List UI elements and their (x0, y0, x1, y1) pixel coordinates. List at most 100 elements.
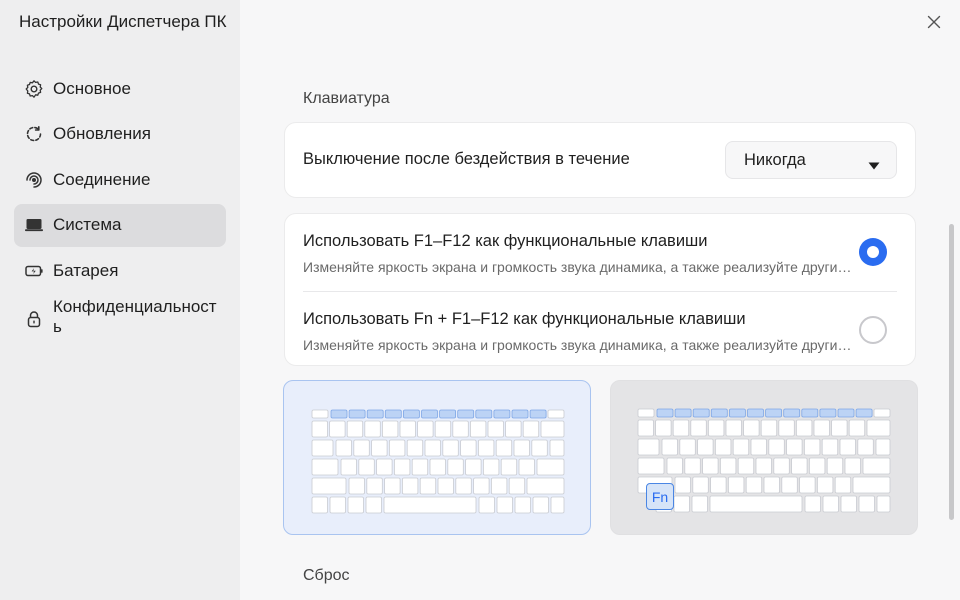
key (455, 477, 472, 495)
key (465, 458, 482, 476)
fkey (366, 409, 384, 419)
key (442, 439, 459, 457)
radio-fn-f1-f12[interactable] (859, 316, 887, 344)
key (346, 420, 364, 438)
key (691, 495, 708, 513)
key (816, 476, 834, 494)
sidebar-item-label: Основное (53, 78, 131, 98)
key (490, 477, 508, 495)
key (550, 496, 565, 514)
key (329, 420, 346, 438)
sidebar-item-label: Соединение (53, 169, 151, 189)
esc-key (637, 408, 655, 418)
key (547, 409, 565, 419)
key (364, 420, 381, 438)
key (460, 439, 477, 457)
key (382, 420, 399, 438)
connection-icon (24, 170, 44, 190)
key (852, 476, 891, 494)
key (394, 458, 411, 476)
key (513, 439, 530, 457)
sidebar-item-system[interactable]: Система (14, 203, 226, 247)
fkey (710, 408, 728, 418)
key (399, 420, 416, 438)
fn-key (311, 496, 328, 514)
key (348, 477, 365, 495)
app-title: Настройки Диспетчера ПК (19, 12, 227, 31)
keyboard-preview-f1-f12[interactable] (283, 380, 591, 535)
key (781, 476, 798, 494)
fkey (493, 409, 511, 419)
fkeys-option-f1-f12[interactable]: Использовать F1–F12 как функциональные к… (285, 214, 915, 291)
key (637, 419, 654, 437)
key (773, 457, 790, 475)
key (857, 438, 874, 456)
option-label: Использовать Fn + F1–F12 как функциональ… (303, 310, 746, 328)
main-content: Клавиатура Выключение после бездействия … (240, 0, 960, 600)
fn-key-highlight: Fn (646, 483, 674, 510)
key (500, 458, 518, 476)
key (848, 419, 866, 437)
spacebar-key (709, 495, 803, 513)
key (402, 477, 419, 495)
fkeys-option-fn-f1-f12[interactable]: Использовать Fn + F1–F12 как функциональ… (285, 292, 915, 367)
key (710, 476, 727, 494)
settings-window: Настройки Диспетчера ПК Основное Обновле… (0, 0, 960, 600)
fkey (330, 409, 348, 419)
key (673, 495, 690, 513)
keyboard-preview-fn-f1-f12[interactable]: Fn (610, 380, 918, 535)
key (692, 476, 709, 494)
key (526, 477, 565, 495)
key (858, 495, 875, 513)
key (505, 420, 522, 438)
idle-off-dropdown[interactable]: Никогда (725, 141, 897, 179)
radio-f1-f12[interactable] (859, 238, 887, 266)
key (760, 419, 778, 437)
key (478, 496, 495, 514)
fkey (384, 409, 402, 419)
key (791, 457, 808, 475)
key (536, 458, 565, 476)
key (549, 439, 565, 457)
sidebar-item-updates[interactable]: Обновления (14, 113, 226, 156)
key (831, 419, 848, 437)
sidebar-item-label: Обновления (53, 124, 151, 143)
key (720, 457, 737, 475)
key (674, 476, 691, 494)
key (335, 439, 352, 457)
sidebar: Настройки Диспетчера ПК Основное Обновле… (0, 0, 240, 600)
option-label: Использовать F1–F12 как функциональные к… (303, 232, 708, 250)
fkey (747, 408, 764, 418)
key (840, 495, 857, 513)
fkey (692, 408, 710, 418)
sidebar-item-connection[interactable]: Соединение (14, 158, 226, 201)
key (429, 458, 446, 476)
key (839, 438, 856, 456)
key (728, 476, 745, 494)
key (532, 496, 549, 514)
key (495, 439, 513, 457)
key (340, 458, 357, 476)
sidebar-item-battery[interactable]: Батарея (14, 249, 226, 292)
key (808, 457, 826, 475)
key (862, 457, 891, 475)
fkey (529, 409, 547, 419)
key (311, 439, 334, 457)
scrollbar[interactable] (949, 224, 954, 520)
key (637, 438, 660, 456)
key (786, 438, 803, 456)
key (873, 408, 891, 418)
key (755, 457, 772, 475)
sidebar-item-general[interactable]: Основное (14, 67, 226, 110)
key (371, 439, 388, 457)
fkey (765, 408, 783, 418)
key (311, 420, 328, 438)
key (702, 457, 719, 475)
section-title-keyboard: Клавиатура (303, 90, 390, 107)
close-button[interactable] (924, 14, 944, 34)
keyboard-illustration (637, 408, 891, 513)
sidebar-item-label: Батарея (53, 260, 119, 280)
idle-off-card: Выключение после бездействия в течение Н… (284, 122, 916, 198)
fn-key-label: Fn (651, 488, 669, 505)
sidebar-item-privacy[interactable]: Конфиденциальность (14, 295, 226, 345)
